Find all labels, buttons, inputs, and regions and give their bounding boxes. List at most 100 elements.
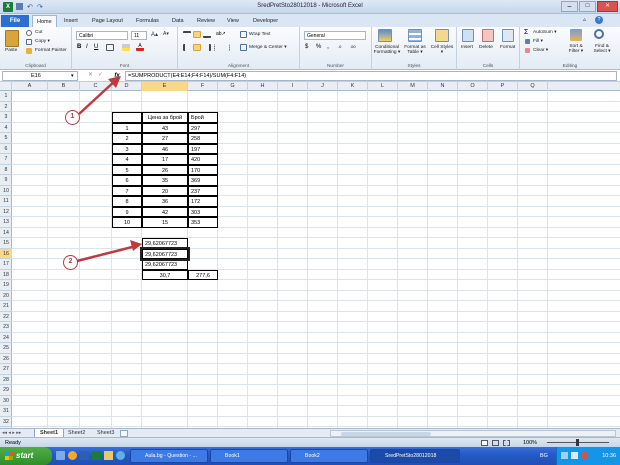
row-header-22[interactable]: 22 [0,312,12,322]
tab-view[interactable]: View [223,15,243,27]
result-cell-e18[interactable]: 30,7 [142,269,188,280]
help-icon[interactable]: ? [595,16,603,24]
row-header-29[interactable]: 29 [0,385,12,396]
table-cell-count[interactable]: 303 [188,206,218,217]
table-cell-index[interactable]: 9 [112,206,142,217]
horizontal-scroll-thumb[interactable] [341,432,431,436]
sort-filter-icon[interactable] [570,29,582,41]
media-icon[interactable] [116,451,125,460]
cut-icon[interactable] [26,30,32,36]
increase-decimal-icon[interactable]: .0 [338,44,347,51]
row-header-31[interactable]: 31 [0,406,12,417]
row-header-13[interactable]: 13 [0,217,12,228]
horizontal-scrollbar[interactable] [330,430,616,437]
column-header-p[interactable]: P [488,82,518,91]
row-header-5[interactable]: 5 [0,133,12,144]
format-as-table-icon[interactable] [408,29,422,42]
volume-icon[interactable] [571,452,578,459]
result-cell-e16-selected[interactable]: 29,62067723 [140,246,190,261]
row-header-26[interactable]: 26 [0,354,12,364]
delete-cells-button[interactable]: Delete [479,45,493,50]
paste-button[interactable]: Paste [5,48,17,53]
copy-icon[interactable] [26,39,32,45]
cut-button[interactable]: Cut [35,30,42,35]
table-header-price[interactable]: Цена за брой [142,112,188,123]
row-header-27[interactable]: 27 [0,364,12,375]
row-header-32[interactable]: 32 [0,417,12,427]
taskbar-item-browser[interactable]: Aula.bg - Question - ... [130,449,208,463]
taskbar-item-book2[interactable]: Book2 [290,449,368,463]
conditional-formatting-icon[interactable] [378,29,392,42]
row-header-28[interactable]: 28 [0,375,12,385]
row-header-8[interactable]: 8 [0,165,12,175]
column-header-q[interactable]: Q [518,82,548,91]
insert-cells-button[interactable]: Insert [461,45,473,50]
find-select-button[interactable]: Find & Select ▾ [589,44,615,54]
wrap-text-icon[interactable] [240,31,247,38]
cell-styles-icon[interactable] [435,29,449,42]
row-header-3[interactable]: 3 [0,112,12,123]
normal-view-icon[interactable] [481,440,488,446]
tab-home[interactable]: Home [32,15,57,27]
row-header-30[interactable]: 30 [0,396,12,406]
row-header-4[interactable]: 4 [0,123,12,133]
row-header-15[interactable]: 15 [0,238,12,249]
table-header-blank[interactable] [112,112,142,123]
fill-button[interactable]: Fill ▾ [533,39,543,44]
merge-center-icon[interactable] [240,44,247,51]
find-select-icon[interactable] [594,29,604,39]
tab-formulas[interactable]: Formulas [132,15,163,27]
select-all-corner[interactable] [0,82,12,91]
table-cell-index[interactable]: 1 [112,122,142,133]
sort-filter-button[interactable]: Sort & Filter ▾ [564,44,588,54]
orientation-icon[interactable]: ab↗ [216,31,226,38]
tab-data[interactable]: Data [168,15,188,27]
number-format-select[interactable]: General [304,31,366,40]
minimize-button[interactable]: – [561,1,578,12]
table-cell-count[interactable]: 237 [188,185,218,196]
merge-center-button[interactable]: Merge & Center ▾ [249,45,287,50]
insert-sheet-icon[interactable] [120,430,128,437]
font-color-icon[interactable]: A [136,44,144,51]
decrease-decimal-icon[interactable]: .00 [350,44,359,51]
maximize-button[interactable]: □ [579,1,596,12]
column-header-o[interactable]: O [458,82,488,91]
table-cell-count[interactable]: 420 [188,154,218,165]
column-header-k[interactable]: K [338,82,368,91]
row-header-19[interactable]: 19 [0,280,12,291]
column-header-l[interactable]: L [368,82,398,91]
tab-developer[interactable]: Developer [249,15,282,27]
browser-icon[interactable] [68,451,77,460]
row-header-21[interactable]: 21 [0,301,12,312]
format-cells-icon[interactable] [502,29,514,42]
table-cell-price[interactable]: 42 [142,206,188,217]
insert-cells-icon[interactable] [462,29,474,42]
column-header-b[interactable]: B [48,82,80,91]
language-indicator[interactable]: BG [540,447,548,465]
row-header-1[interactable]: 1 [0,91,12,102]
column-header-j[interactable]: J [308,82,338,91]
table-cell-count[interactable]: 369 [188,175,218,186]
format-as-table-button[interactable]: Format as Table ▾ [402,45,428,55]
autosum-button[interactable]: AutoSum ▾ [533,30,556,35]
table-cell-price[interactable]: 17 [142,154,188,165]
row-header-23[interactable]: 23 [0,322,12,333]
font-size-select[interactable]: 11 [131,31,147,40]
word-icon[interactable] [80,451,89,460]
column-header-c[interactable]: C [80,82,112,91]
table-cell-price[interactable]: 36 [142,196,188,207]
table-cell-index[interactable]: 10 [112,217,142,228]
wrap-text-button[interactable]: Wrap Text [249,32,270,37]
row-header-9[interactable]: 9 [0,175,12,186]
paste-icon[interactable] [5,30,19,47]
cancel-entry-icon[interactable]: ✕ [88,71,93,78]
font-name-select[interactable]: Calibri [76,31,128,40]
row-header-20[interactable]: 20 [0,291,12,301]
column-header-n[interactable]: N [428,82,458,91]
align-left-icon[interactable] [183,44,191,51]
security-icon[interactable] [581,452,588,459]
align-center-icon[interactable] [193,44,201,51]
format-painter-icon[interactable] [26,48,32,54]
table-cell-index[interactable]: 8 [112,196,142,207]
ribbon-minimize-icon[interactable]: ▵ [583,16,586,23]
